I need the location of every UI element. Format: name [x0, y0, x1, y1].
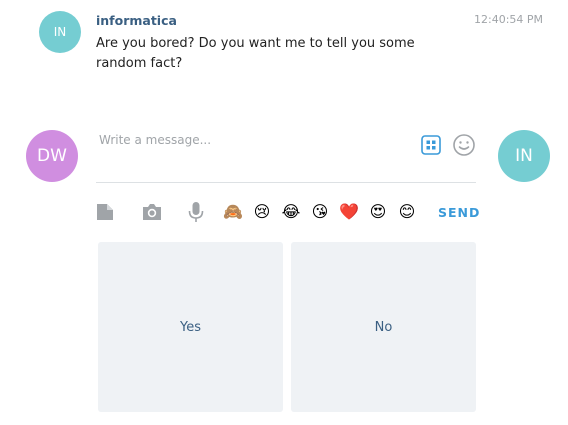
emoji-crying[interactable]: 😢: [250, 200, 274, 224]
apps-button[interactable]: [420, 134, 442, 156]
message-sender: informatica: [96, 13, 177, 28]
quick-reply-yes[interactable]: Yes: [98, 242, 283, 412]
apps-grid-icon: [421, 135, 441, 155]
message-timestamp: 12:40:54 PM: [474, 13, 544, 26]
emoji-heart[interactable]: ❤️: [337, 200, 361, 224]
message-input[interactable]: [96, 126, 412, 154]
microphone-button[interactable]: [184, 200, 208, 224]
user-avatar: DW: [26, 130, 78, 182]
emoji-tears-of-joy[interactable]: 😂: [279, 200, 303, 224]
emoji-picker-button[interactable]: [451, 132, 477, 158]
quick-reply-no[interactable]: No: [291, 242, 476, 412]
emoji-heart-eyes[interactable]: 😍: [366, 200, 390, 224]
camera-icon: [143, 204, 161, 220]
emoji-see-no-evil[interactable]: 🙈: [221, 200, 245, 224]
send-button[interactable]: SEND: [438, 205, 480, 220]
file-icon: [97, 204, 113, 220]
emoji-smile[interactable]: 😊: [395, 200, 419, 224]
attach-file-button[interactable]: [93, 200, 117, 224]
emoji-kiss[interactable]: 😘: [308, 200, 332, 224]
microphone-icon: [188, 202, 204, 222]
bot-avatar: IN: [39, 11, 81, 53]
camera-button[interactable]: [140, 200, 164, 224]
message-composer: [96, 126, 476, 183]
bot-avatar-right: IN: [498, 130, 550, 182]
smiley-icon: [453, 134, 475, 156]
message-text: Are you bored? Do you want me to tell yo…: [96, 36, 415, 71]
